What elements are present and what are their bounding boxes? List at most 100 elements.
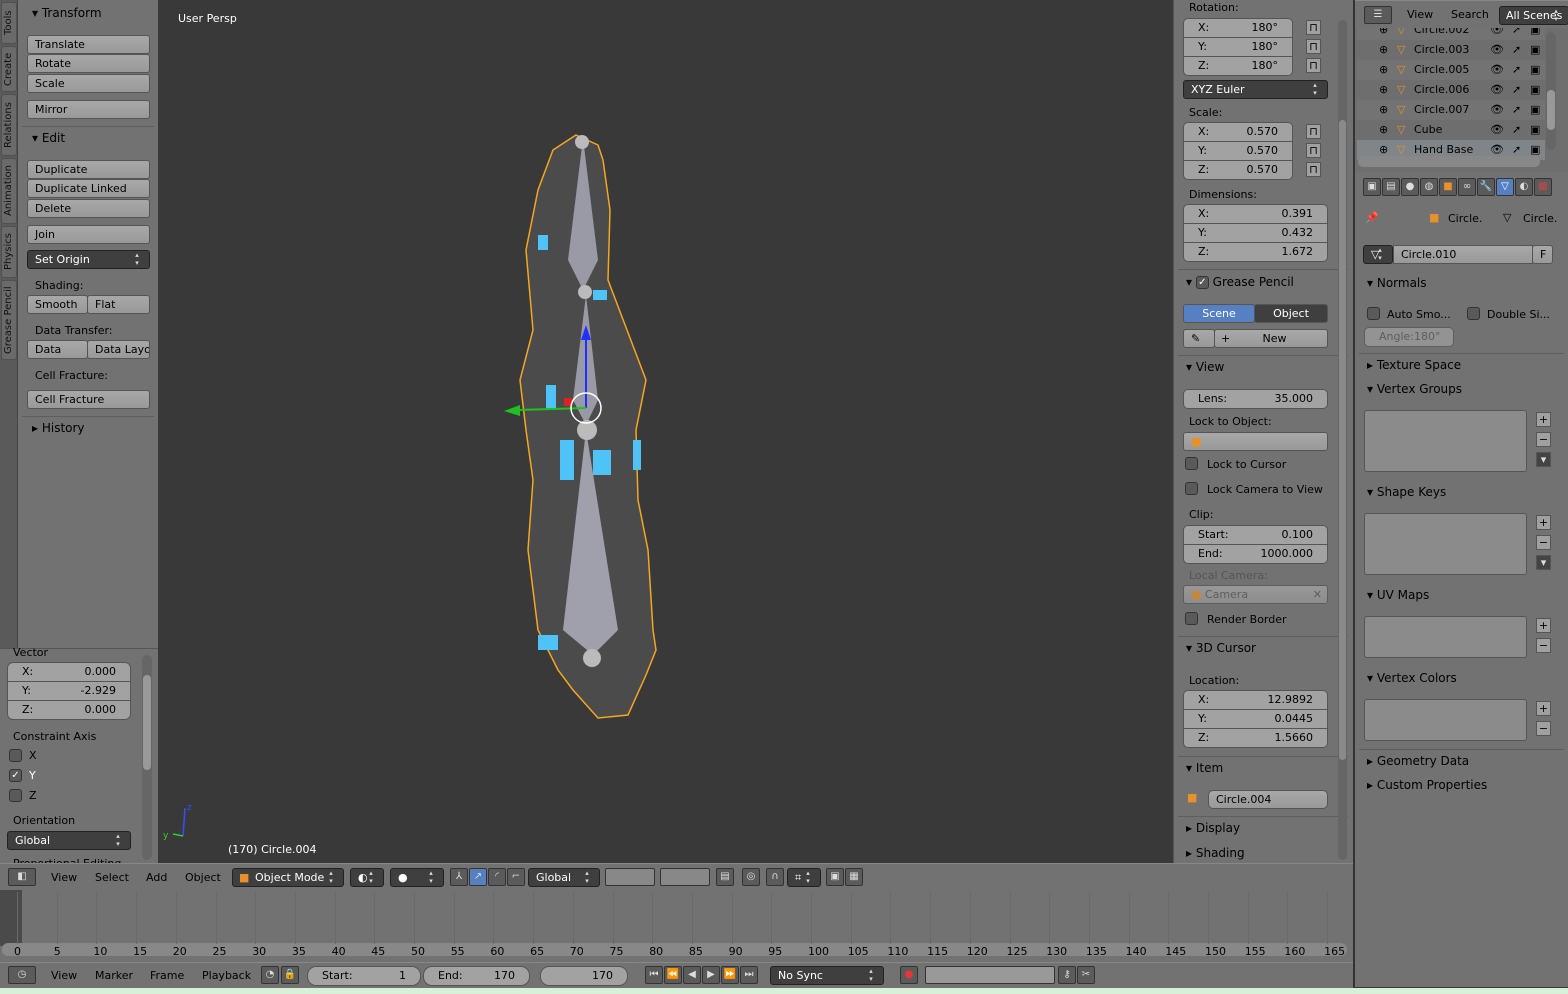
panel-edit-header[interactable]: ▾ Edit bbox=[32, 131, 65, 145]
outliner-row[interactable]: ⊕ ▽ Circle.007 👁 ➚ ▣ bbox=[1357, 100, 1545, 120]
vertex-groups-list[interactable] bbox=[1364, 410, 1527, 472]
join-button[interactable]: Join bbox=[27, 225, 150, 244]
cursor-x-field[interactable]: X: 12.9892 bbox=[1183, 690, 1328, 710]
next-keyframe-icon[interactable]: ⏩ bbox=[721, 966, 739, 984]
search-menu[interactable]: Search bbox=[1451, 8, 1489, 21]
select-menu[interactable]: Select bbox=[95, 871, 129, 884]
layers-grid[interactable] bbox=[660, 868, 710, 886]
expand-icon[interactable]: ⊕ bbox=[1379, 100, 1388, 120]
select-cursor-icon[interactable]: ➚ bbox=[1512, 40, 1521, 60]
custom-properties-header[interactable]: ▸ Custom Properties bbox=[1367, 778, 1487, 792]
vertex-groups-header[interactable]: ▾ Vertex Groups bbox=[1367, 382, 1462, 396]
render-border-checkbox[interactable] bbox=[1185, 612, 1198, 625]
data-button[interactable]: Data bbox=[27, 340, 88, 359]
tab-relations[interactable]: Relations bbox=[1, 94, 17, 156]
panel-transform-header[interactable]: ▾ Transform bbox=[32, 6, 102, 20]
prev-keyframe-icon[interactable]: ⏪ bbox=[664, 966, 682, 984]
vertex-colors-header[interactable]: ▾ Vertex Colors bbox=[1367, 671, 1457, 685]
outliner-row[interactable]: ⊕ ▽ Circle.005 👁 ➚ ▣ bbox=[1357, 60, 1545, 80]
add-icon[interactable]: + bbox=[1536, 618, 1551, 633]
editor-type-icon[interactable]: ◷ bbox=[8, 966, 36, 984]
start-frame-field[interactable]: Start: 1 bbox=[307, 966, 421, 986]
display-mode-dropdown[interactable]: All Scenes bbox=[1499, 6, 1568, 25]
add-icon[interactable]: + bbox=[1536, 412, 1551, 427]
viewport-shading-dropdown[interactable]: ◐ bbox=[350, 868, 384, 887]
scale-y-field[interactable]: Y: 0.570 bbox=[1183, 141, 1293, 161]
rotate-manipulator-icon[interactable]: ◜ bbox=[488, 868, 506, 886]
outliner-hscrollbar[interactable] bbox=[1358, 156, 1540, 167]
visibility-eye-icon[interactable]: 👁 bbox=[1490, 80, 1504, 100]
flat-button[interactable]: Flat bbox=[87, 295, 150, 314]
frame-menu[interactable]: Frame bbox=[150, 969, 184, 982]
rotation-y-field[interactable]: Y: 180° bbox=[1183, 37, 1293, 57]
grease-object-tab[interactable]: Object bbox=[1254, 304, 1328, 323]
jump-start-icon[interactable]: ⏮ bbox=[645, 966, 663, 984]
preview-range-icon[interactable]: ◔ bbox=[261, 966, 279, 984]
expand-icon[interactable]: ⊕ bbox=[1379, 120, 1388, 140]
render-camera-icon[interactable]: ▣ bbox=[1530, 60, 1540, 80]
mirror-button[interactable]: Mirror bbox=[27, 100, 150, 119]
remove-icon[interactable]: − bbox=[1536, 638, 1551, 653]
3d-cursor-header[interactable]: ▾ 3D Cursor bbox=[1186, 641, 1256, 655]
object-name[interactable]: Circle.005 bbox=[1414, 60, 1469, 80]
add-menu[interactable]: Add bbox=[146, 871, 167, 884]
modifiers-tab-icon[interactable]: 🔧 bbox=[1477, 178, 1495, 196]
render-camera-icon[interactable]: ▣ bbox=[1530, 28, 1540, 35]
duplicate-button[interactable]: Duplicate bbox=[27, 160, 150, 179]
mesh-data-tab-icon[interactable]: ▽ bbox=[1496, 178, 1514, 196]
insert-keyframe-icon[interactable]: ⚷ bbox=[1058, 966, 1076, 984]
remove-icon[interactable]: − bbox=[1536, 432, 1551, 447]
npanel-scrollbar[interactable] bbox=[1338, 20, 1347, 860]
current-frame-field[interactable]: 170 bbox=[540, 966, 628, 986]
uv-maps-list[interactable] bbox=[1364, 616, 1527, 658]
angle-field[interactable]: Angle:180° bbox=[1364, 327, 1454, 347]
lock-icon[interactable]: ⊓ bbox=[1306, 162, 1321, 177]
scale-button[interactable]: Scale bbox=[27, 74, 150, 93]
vector-y-field[interactable]: Y: -2.929 bbox=[7, 681, 131, 701]
render-tab-icon[interactable]: ▣ bbox=[1363, 178, 1381, 196]
tab-grease-pencil[interactable]: Grease Pencil bbox=[1, 280, 17, 360]
fake-user-button[interactable]: F bbox=[1532, 245, 1553, 264]
clip-end-field[interactable]: End: 1000.000 bbox=[1183, 544, 1328, 564]
normals-header[interactable]: ▾ Normals bbox=[1367, 276, 1427, 290]
breadcrumb-mesh[interactable]: Circle. bbox=[1523, 212, 1557, 225]
lock-icon[interactable]: ⊓ bbox=[1306, 58, 1321, 73]
vertex-colors-list[interactable] bbox=[1364, 699, 1527, 741]
lock-object-field[interactable]: ■ bbox=[1183, 432, 1328, 451]
view-menu[interactable]: View bbox=[1407, 8, 1433, 21]
axis-x-checkbox[interactable] bbox=[9, 749, 22, 762]
snap-icon[interactable]: ∩ bbox=[766, 868, 784, 886]
visibility-eye-icon[interactable]: 👁 bbox=[1490, 120, 1504, 140]
add-icon[interactable]: + bbox=[1536, 701, 1551, 716]
3d-viewport[interactable]: User Persp z y (170) Circle.004 bbox=[158, 0, 1173, 863]
marker-menu[interactable]: Marker bbox=[95, 969, 133, 982]
data-layout-button[interactable]: Data Layo bbox=[87, 340, 150, 359]
auto-smooth-checkbox[interactable] bbox=[1367, 307, 1380, 320]
material-tab-icon[interactable]: ◐ bbox=[1515, 178, 1533, 196]
object-name[interactable]: Circle.002 bbox=[1414, 28, 1469, 35]
scale-x-field[interactable]: X: 0.570 bbox=[1183, 122, 1293, 142]
select-cursor-icon[interactable]: ➚ bbox=[1512, 60, 1521, 80]
expand-icon[interactable]: ⊕ bbox=[1379, 40, 1388, 60]
object-name[interactable]: Cube bbox=[1414, 120, 1442, 140]
add-icon[interactable]: + bbox=[1536, 515, 1551, 530]
world-tab-icon[interactable]: ◍ bbox=[1420, 178, 1438, 196]
view-panel-header[interactable]: ▾ View bbox=[1186, 360, 1224, 374]
vector-z-field[interactable]: Z: 0.000 bbox=[7, 700, 131, 720]
texture-space-header[interactable]: ▸ Texture Space bbox=[1367, 358, 1461, 372]
expand-icon[interactable]: ⊕ bbox=[1379, 28, 1388, 35]
rotate-button[interactable]: Rotate bbox=[27, 54, 150, 73]
constraints-tab-icon[interactable]: ∞ bbox=[1458, 178, 1476, 196]
shape-keys-header[interactable]: ▾ Shape Keys bbox=[1367, 485, 1446, 499]
render-animation-icon[interactable]: ▦ bbox=[845, 868, 863, 886]
layers-grid[interactable] bbox=[605, 868, 655, 886]
scene-tab-icon[interactable]: ● bbox=[1401, 178, 1419, 196]
grease-pencil-header[interactable]: ▾ ✓ Grease Pencil bbox=[1186, 275, 1294, 289]
tab-physics[interactable]: Physics bbox=[1, 226, 17, 278]
timeline[interactable] bbox=[0, 890, 1353, 962]
object-name[interactable]: Circle.007 bbox=[1414, 100, 1469, 120]
rotation-x-field[interactable]: X: 180° bbox=[1183, 18, 1293, 38]
end-frame-field[interactable]: End: 170 bbox=[423, 966, 530, 986]
select-cursor-icon[interactable]: ➚ bbox=[1512, 120, 1521, 140]
proportional-edit-icon[interactable]: ◎ bbox=[742, 868, 760, 886]
